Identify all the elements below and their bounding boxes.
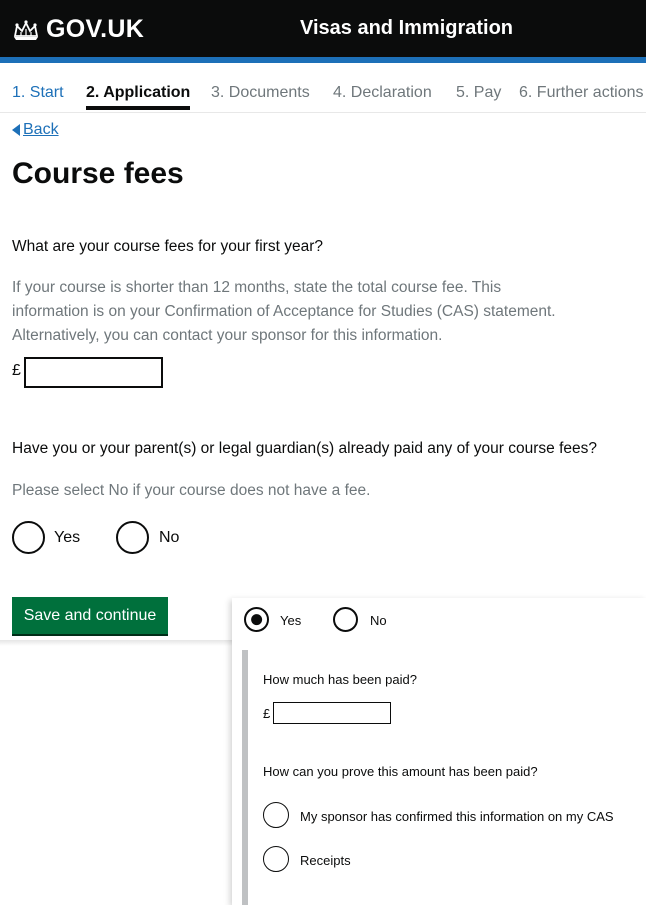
step-documents: 3. Documents [211, 84, 310, 101]
back-label: Back [23, 121, 59, 138]
paid-no-label[interactable]: No [159, 529, 179, 547]
site-header: GOV.UK Visas and Immigration [0, 0, 646, 57]
paid-question-label: Have you or your parent(s) or legal guar… [12, 440, 598, 457]
currency-symbol: £ [12, 362, 21, 379]
step-pay: 5. Pay [456, 84, 502, 101]
paid-yes-radio[interactable] [12, 521, 45, 554]
expanded-yes-label[interactable]: Yes [280, 613, 301, 628]
service-name[interactable]: Visas and Immigration [300, 17, 513, 40]
back-arrow-icon [12, 124, 20, 136]
step-further-actions: 6. Further actions [519, 84, 644, 101]
amount-question-label: How much has been paid? [263, 672, 417, 687]
step-declaration: 4. Declaration [333, 84, 432, 101]
paid-hint: Please select No if your course does not… [12, 482, 371, 499]
progress-steps: 1. Start 2. Application 3. Documents 4. … [0, 80, 646, 113]
header-accent-bar [0, 57, 646, 63]
paid-no-radio[interactable] [116, 521, 149, 554]
proof-receipts-label[interactable]: Receipts [300, 853, 351, 868]
course-fees-input[interactable] [24, 357, 163, 388]
proof-receipts-radio[interactable] [263, 846, 289, 872]
fees-hint: If your course is shorter than 12 months… [12, 276, 612, 348]
expanded-no-label[interactable]: No [370, 613, 387, 628]
page-title: Course fees [12, 157, 184, 190]
conditional-inset-bar [242, 650, 248, 905]
page-edge-shadow [0, 640, 232, 646]
fees-hint-line: information is on your Confirmation of A… [12, 303, 556, 320]
expanded-yes-radio[interactable] [244, 607, 269, 632]
govuk-logo[interactable]: GOV.UK [12, 15, 144, 44]
step-application: 2. Application [86, 84, 191, 110]
amount-paid-input[interactable] [273, 702, 391, 724]
fees-hint-line: Alternatively, you can contact your spon… [12, 327, 443, 344]
proof-question-label: How can you prove this amount has been p… [263, 764, 538, 779]
step-start[interactable]: 1. Start [12, 84, 64, 102]
back-link[interactable]: Back [12, 121, 59, 139]
proof-sponsor-label[interactable]: My sponsor has confirmed this informatio… [300, 809, 614, 824]
expanded-yes-panel: Yes No How much has been paid? £ How can… [232, 598, 646, 905]
save-and-continue-button[interactable]: Save and continue [12, 597, 168, 634]
expanded-no-radio[interactable] [333, 607, 358, 632]
proof-sponsor-radio[interactable] [263, 802, 289, 828]
paid-yes-label[interactable]: Yes [54, 529, 80, 547]
amount-currency-symbol: £ [263, 706, 271, 721]
logo-text: GOV.UK [46, 15, 145, 43]
fees-question-label: What are your course fees for your first… [12, 238, 323, 255]
crown-icon [13, 19, 39, 40]
fees-hint-line: If your course is shorter than 12 months… [12, 279, 502, 296]
